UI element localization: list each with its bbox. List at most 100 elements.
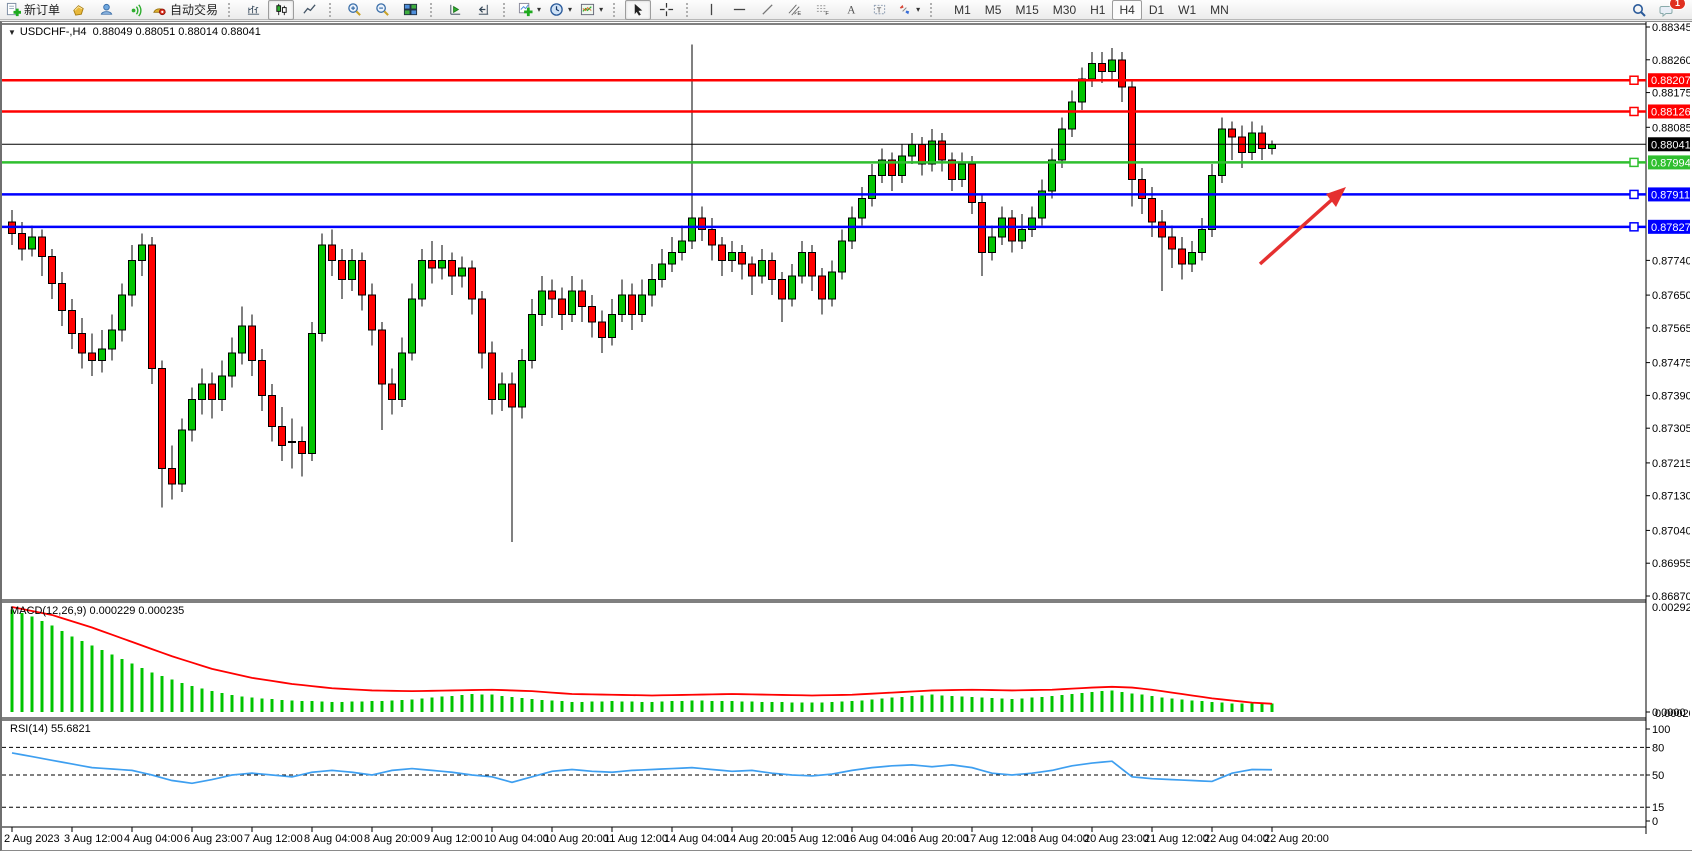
- timeframe-MN[interactable]: MN: [1203, 0, 1236, 20]
- chart-window: 0.883450.882600.881750.880850.877400.876…: [0, 21, 1692, 851]
- fibonacci-button[interactable]: F: [810, 0, 836, 20]
- bar-chart-button[interactable]: [240, 0, 266, 20]
- candle: [89, 353, 96, 361]
- vertical-line-button[interactable]: [698, 0, 724, 20]
- price-tick-label: 0.88345: [1652, 22, 1690, 34]
- time-tick-label: 22 Aug 20:00: [1264, 833, 1329, 845]
- periods-button[interactable]: ▾: [546, 0, 575, 20]
- candle: [469, 268, 476, 299]
- cursor-button[interactable]: [625, 0, 651, 20]
- price-tick-label: 0.87740: [1652, 255, 1690, 267]
- candle: [119, 295, 126, 330]
- auto-scroll-button[interactable]: [442, 0, 468, 20]
- crosshair-button[interactable]: [653, 0, 679, 20]
- candle: [149, 245, 156, 368]
- candle: [899, 156, 906, 175]
- signals-button[interactable]: [121, 0, 147, 20]
- indicators-button[interactable]: ▾: [515, 0, 544, 20]
- candle: [1079, 79, 1086, 102]
- candle: [399, 353, 406, 399]
- line-chart-button[interactable]: [296, 0, 322, 20]
- zoom-in-icon: [347, 2, 362, 17]
- price-chart-canvas[interactable]: 0.883450.882600.881750.880850.877400.876…: [2, 22, 1690, 849]
- periods-clock-icon: [549, 2, 564, 17]
- timeframe-H1[interactable]: H1: [1083, 0, 1112, 20]
- candle: [419, 260, 426, 299]
- text-button[interactable]: A: [838, 0, 864, 20]
- price-label-text: 0.87994: [1651, 157, 1690, 169]
- candle: [269, 395, 276, 426]
- price-tick-label: 0.87475: [1652, 358, 1690, 370]
- rsi-tick-label: 50: [1652, 770, 1664, 782]
- candle: [369, 295, 376, 330]
- indicators-dropdown-arrow[interactable]: ▾: [537, 5, 541, 14]
- candle: [519, 361, 526, 407]
- toolbar-grip: [613, 3, 620, 17]
- candle: [349, 260, 356, 279]
- candle: [39, 237, 46, 256]
- time-tick-label: 4 Aug 04:00: [124, 833, 183, 845]
- timeframe-M30[interactable]: M30: [1046, 0, 1083, 20]
- candle: [289, 442, 296, 443]
- toolbar-grip: [930, 3, 937, 17]
- candle: [1159, 222, 1166, 237]
- collapse-triangle-icon[interactable]: ▼: [8, 28, 16, 37]
- candle: [679, 241, 686, 253]
- zoom-in-button[interactable]: [341, 0, 367, 20]
- macd-values: 0.000229 0.000235: [89, 605, 184, 617]
- trend-arrow-annotation: [1260, 187, 1346, 264]
- community-button[interactable]: [93, 0, 119, 20]
- candle: [789, 276, 796, 299]
- timeframe-group: M1M5M15M30H1H4D1W1MN: [947, 0, 1236, 20]
- time-tick-label: 3 Aug 12:00: [64, 833, 123, 845]
- tile-windows-button[interactable]: [397, 0, 423, 20]
- candle: [249, 326, 256, 361]
- arrows-tool-button[interactable]: ▾: [894, 0, 923, 20]
- candle: [339, 260, 346, 279]
- price-tick-label: 0.86955: [1652, 558, 1690, 570]
- candle: [1009, 218, 1016, 241]
- text-label-button[interactable]: T: [866, 0, 892, 20]
- line-handle-marker: [1630, 107, 1638, 115]
- search-icon: [1631, 2, 1647, 18]
- candle: [1019, 230, 1026, 242]
- candle: [919, 145, 926, 164]
- equidistant-channel-button[interactable]: E: [782, 0, 808, 20]
- algo-trading-button[interactable]: 自动交易: [149, 0, 221, 20]
- new-order-button[interactable]: 新订单: [3, 0, 63, 20]
- price-label-text: 0.88126: [1651, 106, 1690, 118]
- candle: [259, 361, 266, 396]
- tile-windows-icon: [403, 2, 418, 17]
- algo-trading-icon: [152, 2, 167, 17]
- timeframe-M1[interactable]: M1: [947, 0, 978, 20]
- candle: [409, 299, 416, 353]
- arrows-dropdown-arrow[interactable]: ▾: [916, 5, 920, 14]
- chart-shift-button[interactable]: [470, 0, 496, 20]
- notifications-button[interactable]: 1: [1654, 0, 1680, 20]
- zoom-out-button[interactable]: [369, 0, 395, 20]
- equidistant-channel-icon: E: [787, 2, 803, 17]
- templates-dropdown-arrow[interactable]: ▾: [599, 5, 603, 14]
- candle: [529, 314, 536, 360]
- price-tick-label: 0.87215: [1652, 458, 1690, 470]
- timeframe-H4[interactable]: H4: [1112, 0, 1141, 20]
- periods-dropdown-arrow[interactable]: ▾: [568, 5, 572, 14]
- candlestick-chart-button[interactable]: [268, 0, 294, 20]
- trendline-button[interactable]: [754, 0, 780, 20]
- chart-profile-button[interactable]: [65, 0, 91, 20]
- timeframe-W1[interactable]: W1: [1171, 0, 1203, 20]
- candle: [189, 399, 196, 430]
- line-handle-marker: [1630, 223, 1638, 231]
- candle: [969, 164, 976, 203]
- search-button[interactable]: [1626, 0, 1652, 20]
- timeframe-M5[interactable]: M5: [978, 0, 1009, 20]
- candle: [59, 284, 66, 311]
- price-tick-label: 0.87390: [1652, 390, 1690, 402]
- timeframe-D1[interactable]: D1: [1142, 0, 1171, 20]
- horizontal-line-button[interactable]: [726, 0, 752, 20]
- candle: [549, 291, 556, 299]
- templates-button[interactable]: ▾: [577, 0, 606, 20]
- timeframe-M15[interactable]: M15: [1008, 0, 1045, 20]
- time-tick-label: 11 Aug 12:00: [604, 833, 668, 845]
- time-tick-label: 7 Aug 12:00: [244, 833, 303, 845]
